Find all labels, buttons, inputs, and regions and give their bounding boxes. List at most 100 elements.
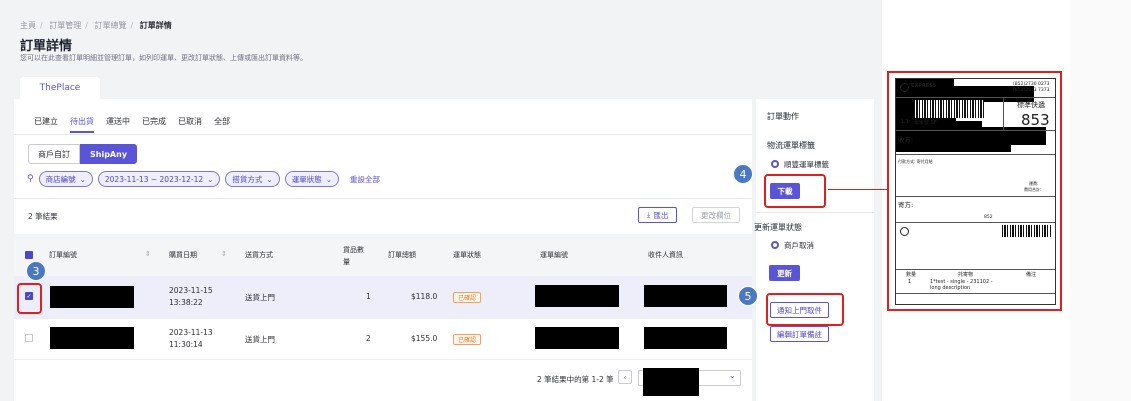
tab-completed[interactable]: 已完成 [142,116,166,133]
update-button[interactable]: 更新 [769,265,800,281]
highlight-box-checkbox [17,283,42,314]
row-method: 送貨上門 [245,293,275,302]
row-total: $155.0 [411,334,438,343]
row-checkbox[interactable] [25,334,33,342]
header-purchase-date: 購買日期 [169,251,197,259]
side-divider [756,212,874,213]
row-method: 送貨上門 [245,335,275,344]
table-header [14,234,752,276]
shipping-label-preview: EXPRESS (852)2730 0273 (853)2873 7373 1/… [887,71,1062,311]
label-sender: 寄方: [898,201,914,209]
sort-icon[interactable]: ⇕ [221,250,227,258]
filter-divider [14,198,752,199]
status-tabs: 已建立 待出貨 運送中 已完成 已取消 全部 [34,116,230,133]
tab-all[interactable]: 全部 [214,116,230,133]
store-tab[interactable]: ThePlace [20,77,100,99]
chevron-down-icon: ⌄ [79,174,86,184]
step-marker-3: 3 [26,261,46,281]
export-button[interactable]: ⤓ 匯出 [638,207,678,223]
label-receiver: 收方: [898,136,914,144]
header-order-no: 訂單編號 [49,251,77,259]
filter-chip-delivery-method[interactable]: 搭貨方式 ⌄ [225,171,280,187]
filter-bar: ⚲ 商店編號 ⌄ 2023-11-13 ~ 2023-12-12 ⌄ 搭貨方式 ⌄ 運… [27,171,380,187]
label-radio[interactable] [771,160,779,168]
filter-chip-date-range[interactable]: 2023-11-13 ~ 2023-12-12 ⌄ [97,171,221,187]
connector-line [828,189,888,190]
reset-all-link[interactable]: 重設全部 [350,174,380,185]
segment-merchant-custom[interactable]: 商戶自訂 [28,144,80,164]
tab-cancelled[interactable]: 已取消 [178,116,202,133]
page-title: 訂單詳情 [20,39,73,54]
row-time: 11:30:14 [169,340,203,349]
sf-logo-icon [900,83,909,92]
label-option-text: 順豐運單標籤 [784,160,829,169]
breadcrumb-order-overview[interactable]: 訂單總覽 [95,21,127,30]
breadcrumb: 主頁 / 訂單管理 / 訂單總覽 / 訂單詳情 [20,21,172,30]
label-frame: EXPRESS (852)2730 0273 (853)2873 7373 1/… [895,78,1056,305]
right-gutter [1070,0,1131,401]
breadcrumb-current: 訂單詳情 [139,21,172,30]
label-col-note: 備注 [1026,272,1037,278]
breadcrumb-home[interactable]: 主頁 [20,21,36,30]
redacted-recipient [644,285,727,307]
label-small-line-3: 費用合計: [1024,187,1042,192]
label-section-title: 物流運單標籤 [767,141,815,150]
row-qty: 2 [366,334,371,343]
chevron-down-icon: ⌄ [729,371,736,380]
change-columns-button[interactable]: 更改欄位 [692,207,740,223]
redacted-order-no [50,286,134,308]
label-phone-1: (852)2730 0273 [1013,82,1050,87]
highlight-box-download [764,174,826,208]
update-radio[interactable] [771,241,779,249]
redacted-waybill-no [535,327,619,349]
chevron-left-icon: ‹ [623,372,627,382]
chevron-down-icon: ⌄ [207,174,214,184]
header-quantity: 貨品數量 [343,246,364,266]
header-waybill-status: 運單狀態 [453,251,481,259]
filter-chip-store-id[interactable]: 商店編號 ⌄ [38,171,93,187]
courier-segment: 商戶自訂 ShipAny [28,144,138,164]
prev-page-button[interactable]: ‹ [618,370,632,384]
header-waybill-no: 運單編號 [540,251,568,259]
header-order-total: 訂單總額 [388,251,416,259]
highlight-box-notify [766,293,844,326]
select-all-checkbox[interactable] [25,251,33,259]
tab-in-transit[interactable]: 運送中 [106,116,130,133]
label-col-item: 托寄物 [958,272,974,278]
header-recipient: 收件人資訊 [648,251,683,259]
result-count: 2 筆結果 [28,212,58,221]
label-small-line-1: 付款方式: 寄付月結 [898,159,933,164]
redacted-waybill-no [535,285,619,307]
step-marker-5: 5 [738,286,758,306]
label-brand: EXPRESS [911,83,937,89]
segment-shipany[interactable]: ShipAny [80,144,138,164]
label-qty: 1 [908,279,912,285]
filter-chip-waybill-status[interactable]: 運單狀態 ⌄ [284,171,340,187]
row-total: $118.0 [411,292,438,301]
tab-pending-shipment[interactable]: 待出貨 [70,116,94,133]
label-phone-2: (853)2873 7373 [1013,88,1050,93]
status-badge: 已確認 [453,292,482,303]
label-col-qty: 數量 [906,272,917,278]
label-service: 標準快遞 [1017,101,1045,109]
chevron-down-icon: ⌄ [325,174,333,184]
label-count: 1/1 [901,119,910,125]
breadcrumb-order-mgmt[interactable]: 訂單管理 [49,21,81,30]
row-qty: 1 [366,292,371,301]
barcode [1002,225,1052,237]
label-waybill-prefix: 母單號 SF [914,120,937,126]
tabs-divider [14,134,752,135]
label-dest-code: 853 [1021,111,1050,129]
redacted-recipient [644,327,727,349]
step-marker-4: 4 [733,164,753,184]
row-time: 13:38:22 [169,298,203,307]
edit-order-note-button[interactable]: 編輯訂單備註 [770,326,829,342]
search-icon[interactable]: ⚲ [27,174,34,184]
sort-icon[interactable]: ⇕ [145,250,151,258]
row-date: 2023-11-13 [169,328,213,337]
page-description: 您可以在此查看訂單明細並管理訂單，如列印運單、更改訂單狀態、上傳或匯出訂單資料等… [20,54,307,62]
pager-label: 2 筆結果中的第 1-2 筆 [537,375,614,384]
label-origin-code: 852 [984,215,993,220]
tab-created[interactable]: 已建立 [34,116,58,133]
redacted-order-no [50,327,134,349]
